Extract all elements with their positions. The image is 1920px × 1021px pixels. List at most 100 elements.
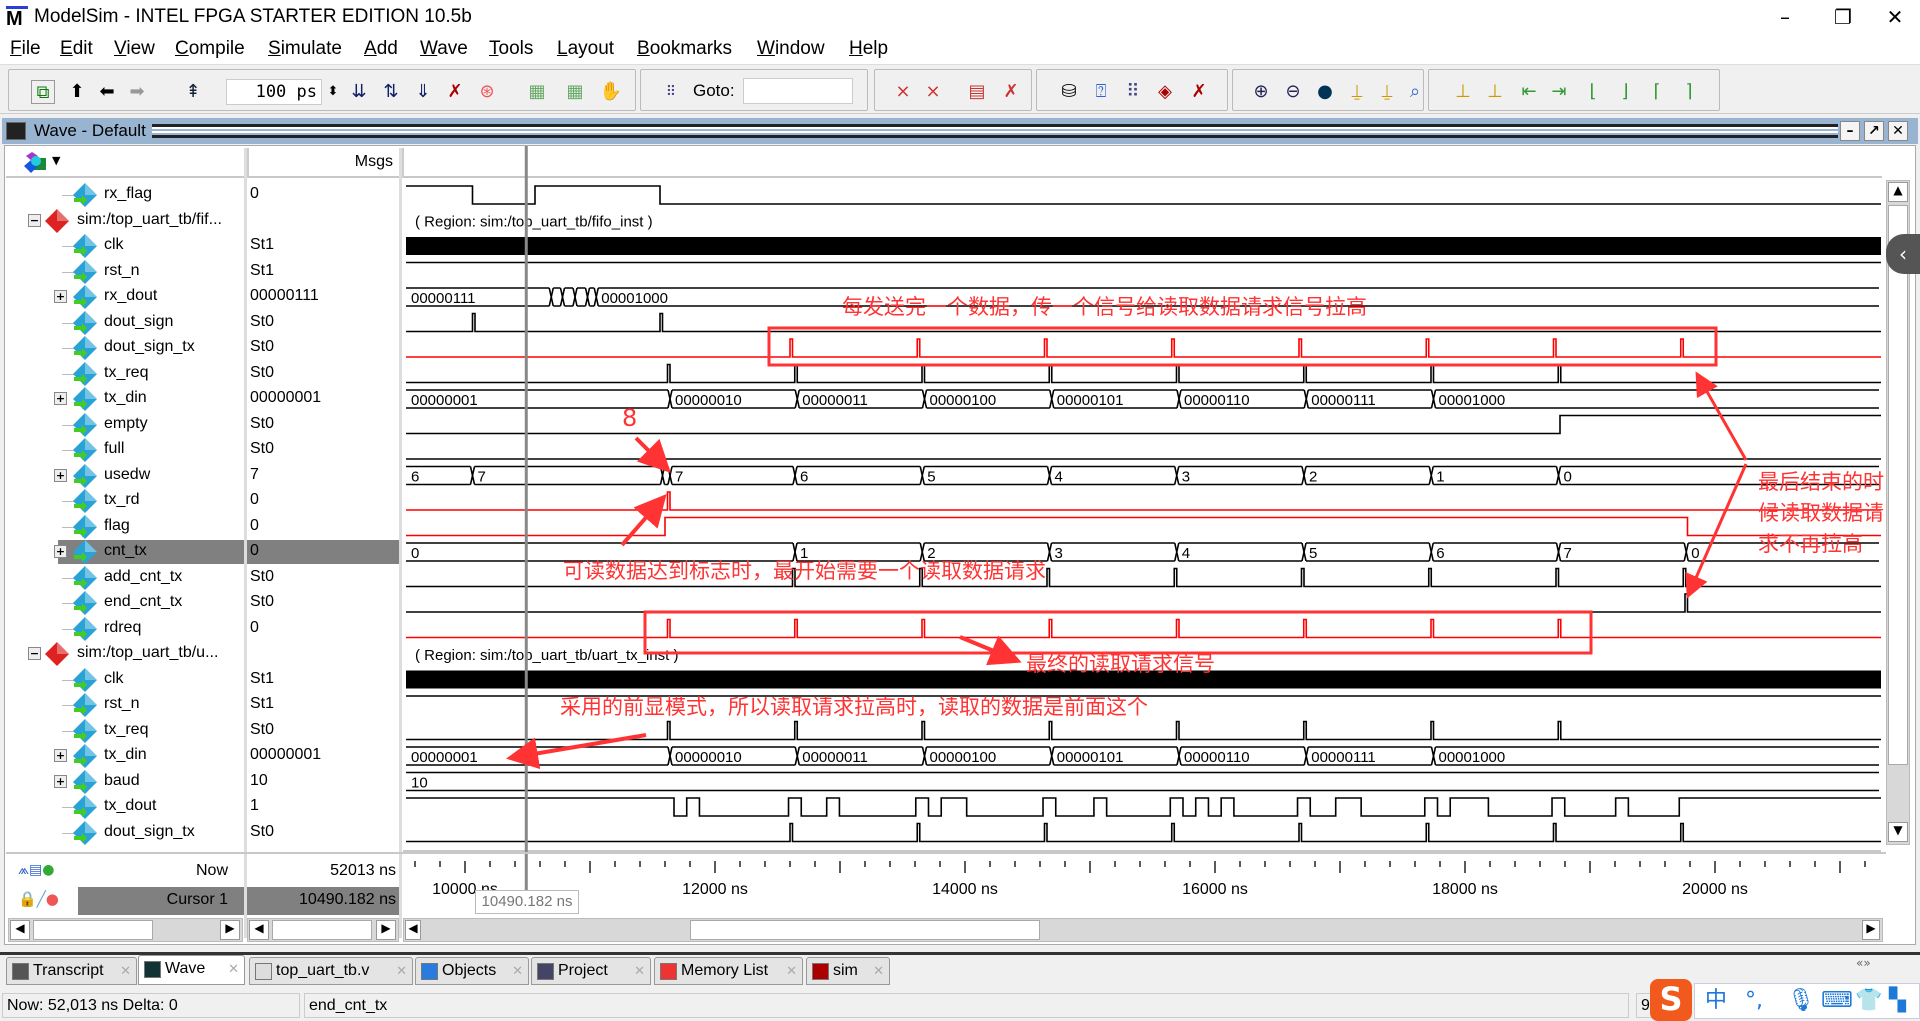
column-divider[interactable] <box>399 148 402 938</box>
zoom-region-icon[interactable]: ⌕ <box>1403 80 1427 104</box>
clear-icon[interactable]: ✗ <box>1187 80 1211 104</box>
zoom-cursor-icon[interactable]: ⍊ <box>1345 80 1369 104</box>
signal-name[interactable]: rx_dout <box>104 287 157 305</box>
waveform-flag-13[interactable] <box>406 516 1881 537</box>
grid-icon[interactable]: ▚ <box>1889 984 1906 1018</box>
waveform-simtop_uart_tbu-18[interactable]: ( Region: sim:/top_uart_tb/uart_tx_inst … <box>415 647 678 664</box>
menu-wave[interactable]: Wave <box>420 38 468 60</box>
zoom-in-icon[interactable]: ⊕ <box>1249 80 1273 104</box>
close-pane-button[interactable]: ✕ <box>1888 121 1908 141</box>
restart-icon[interactable]: ⧉ <box>31 80 55 104</box>
drag-handle[interactable] <box>152 124 1838 138</box>
signal-name[interactable]: empty <box>104 415 148 433</box>
collapse-toggle[interactable]: − <box>28 213 41 227</box>
add-cursor-icon[interactable]: ⊥ <box>1451 80 1475 104</box>
signal-name[interactable]: clk <box>104 236 124 254</box>
hscroll-thumb[interactable] <box>33 920 153 940</box>
ime-chinese-mode[interactable]: 中 <box>1705 984 1727 1018</box>
waveform-baud-23[interactable]: 10 <box>406 771 1879 792</box>
signal-name[interactable]: dout_sign_tx <box>104 823 195 841</box>
run-icon[interactable]: ⇊ <box>347 80 371 104</box>
side-collapse-button[interactable]: ‹ <box>1886 234 1920 274</box>
expand-toggle[interactable]: + <box>54 468 67 482</box>
ime-punct-mode[interactable]: °, <box>1745 984 1763 1018</box>
expand-toggle[interactable]: + <box>54 290 67 303</box>
prev-falling-icon[interactable]: ⌊ <box>1581 80 1605 104</box>
undock-pane-button[interactable]: ↗ <box>1864 121 1884 141</box>
scroll-down-button[interactable]: ▼ <box>1888 822 1908 842</box>
waveform-usedw-11[interactable]: 6 7 7 6 5 4 3 2 1 0 <box>406 465 1879 486</box>
hscroll-thumb[interactable] <box>272 920 372 940</box>
tab-objects[interactable]: Objects ✕ <box>415 957 529 985</box>
menu-simulate[interactable]: Simulate <box>268 38 342 60</box>
signal-name[interactable]: rx_flag <box>104 185 152 203</box>
zoom-full-icon[interactable]: ● <box>1313 80 1337 104</box>
waveform-end_cnt_tx-16[interactable] <box>406 593 1881 613</box>
zoom-cursors-icon[interactable]: ⍊ <box>1375 80 1399 104</box>
zoom-out-icon[interactable]: ⊖ <box>1281 80 1305 104</box>
hand-icon[interactable]: ✋ <box>599 80 623 104</box>
tab-sim[interactable]: sim ✕ <box>806 957 890 985</box>
menu-compile[interactable]: Compile <box>175 38 245 60</box>
scroll-up-button[interactable]: ▲ <box>1888 182 1908 202</box>
close-tab-icon[interactable]: ✕ <box>512 958 523 984</box>
menu-file[interactable]: File <box>10 38 41 60</box>
signal-name[interactable]: end_cnt_tx <box>104 593 182 611</box>
signal-name[interactable]: dout_sign <box>104 313 173 331</box>
value-hscrollbar[interactable]: ◀ ▶ <box>247 918 399 942</box>
signal-name[interactable]: cnt_tx <box>104 542 147 560</box>
close-tab-icon[interactable]: ✕ <box>634 958 645 984</box>
tab-wave[interactable]: Wave ✕ <box>138 955 245 985</box>
close-button[interactable]: ✕ <box>1870 2 1920 32</box>
forward-arrow-icon[interactable]: ➡ <box>125 80 149 104</box>
tab-memory-list[interactable]: Memory List ✕ <box>654 957 803 985</box>
tab-top-uart-tb-v[interactable]: top_uart_tb.v ✕ <box>249 957 413 985</box>
signal-name[interactable]: dout_sign_tx <box>104 338 195 356</box>
waveform-clk-2[interactable] <box>406 237 1881 255</box>
scroll-left-button[interactable]: ◀ <box>405 920 421 940</box>
waveform-rdreq-17[interactable] <box>406 618 1881 639</box>
close-tab-icon[interactable]: ✕ <box>786 958 797 984</box>
scroll-left-button[interactable]: ◀ <box>249 920 269 940</box>
name-hscrollbar[interactable]: ◀ ▶ <box>8 918 243 942</box>
minimize-button[interactable]: – <box>1760 2 1810 32</box>
cursor-time-tag[interactable]: 10490.182 ns <box>475 890 579 914</box>
waveform-simtop_uart_tbfif-1[interactable]: ( Region: sim:/top_uart_tb/fifo_inst ) <box>415 214 653 231</box>
signal-name[interactable]: clk <box>104 670 124 688</box>
run-length-stepper[interactable]: ⬍ <box>321 80 345 104</box>
dataflow-icon[interactable]: ▦ <box>525 80 549 104</box>
minimize-pane-button[interactable]: – <box>1840 121 1860 141</box>
scroll-left-button[interactable]: ◀ <box>10 920 30 940</box>
menu-help[interactable]: Help <box>849 38 888 60</box>
menu-edit[interactable]: Edit <box>60 38 93 60</box>
signal-name[interactable]: baud <box>104 772 140 790</box>
group-name[interactable]: sim:/top_uart_tb/u... <box>77 644 218 662</box>
signal-name[interactable]: flag <box>104 517 130 535</box>
stop-icon[interactable]: ⊛ <box>475 80 499 104</box>
expand-toggle[interactable]: + <box>54 545 67 558</box>
tab-transcript[interactable]: Transcript ✕ <box>6 957 137 985</box>
expand-toggle[interactable]: + <box>54 392 67 405</box>
close-tab-icon[interactable]: ✕ <box>873 958 884 984</box>
skin-icon[interactable]: 👕 <box>1855 984 1882 1018</box>
delete-cursor-icon[interactable]: ⊥ <box>1483 80 1507 104</box>
next-rising-icon[interactable]: ⌉ <box>1677 80 1701 104</box>
signal-name[interactable]: tx_rd <box>104 491 140 509</box>
signal-name[interactable]: tx_dout <box>104 797 156 815</box>
sort-icon[interactable]: ▤ <box>965 80 989 104</box>
menu-window[interactable]: Window <box>757 38 825 60</box>
menu-view[interactable]: View <box>114 38 155 60</box>
signal-name[interactable]: rst_n <box>104 695 140 713</box>
vertical-scrollbar[interactable]: ▲ ▼ <box>1886 180 1910 845</box>
wave-hscrollbar[interactable]: ◀ ▶ <box>403 918 1883 942</box>
group-name[interactable]: sim:/top_uart_tb/fif... <box>77 211 222 229</box>
help-icon[interactable]: ⍰ <box>1089 80 1113 104</box>
break-icon[interactable]: ✗ <box>443 80 467 104</box>
scroll-right-button[interactable]: ▶ <box>376 920 396 940</box>
expand-toggle[interactable]: + <box>54 774 67 788</box>
microphone-icon[interactable]: 🎙 <box>1787 984 1815 1018</box>
menu-bookmarks[interactable]: Bookmarks <box>637 38 732 60</box>
continue-run-icon[interactable]: ⇅ <box>379 80 403 104</box>
scroll-right-button[interactable]: ▶ <box>1862 920 1880 940</box>
waveform-dout_sign_tx-6[interactable] <box>406 338 1881 358</box>
